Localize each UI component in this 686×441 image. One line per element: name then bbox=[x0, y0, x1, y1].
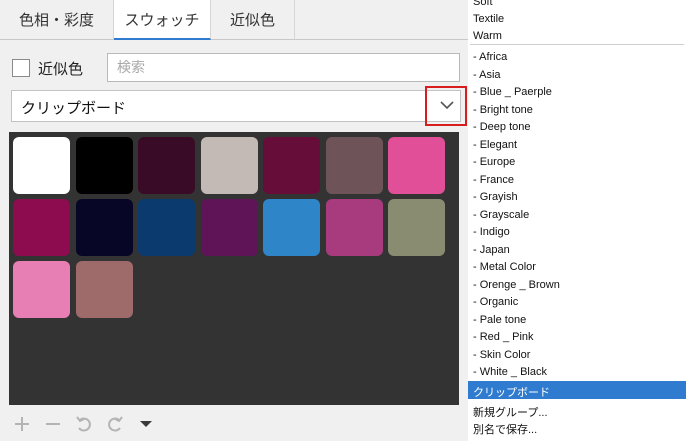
palette-select[interactable]: クリップボード bbox=[11, 90, 461, 122]
color-swatch[interactable] bbox=[138, 137, 195, 194]
palette-item[interactable]: Textile bbox=[473, 13, 504, 25]
palette-item[interactable]: - Organic bbox=[473, 296, 518, 308]
palette-item[interactable]: Soft bbox=[473, 0, 493, 8]
minus-icon[interactable] bbox=[43, 414, 63, 434]
palette-item[interactable]: - Grayscale bbox=[473, 209, 529, 221]
color-swatch[interactable] bbox=[13, 261, 70, 318]
palette-select-value: クリップボード bbox=[21, 99, 127, 117]
palette-list: Soft Textile Warm - Africa - Asia - Blue _ Pa… bbox=[468, 0, 686, 441]
list-separator bbox=[470, 44, 684, 45]
new-group-item[interactable]: 新規グループ... bbox=[473, 404, 548, 420]
palette-item[interactable]: - Red _ Pink bbox=[473, 331, 534, 343]
plus-icon[interactable] bbox=[12, 414, 32, 434]
color-swatch[interactable] bbox=[263, 137, 320, 194]
palette-item[interactable]: - Pale tone bbox=[473, 314, 526, 326]
palette-item-selected[interactable]: クリップボード bbox=[468, 381, 686, 399]
palette-item[interactable]: - France bbox=[473, 174, 514, 186]
near-color-label: 近似色 bbox=[38, 59, 84, 78]
swatch-toolbar bbox=[12, 414, 167, 434]
color-swatch[interactable] bbox=[325, 137, 383, 194]
color-swatch[interactable] bbox=[13, 199, 70, 256]
color-swatch[interactable] bbox=[75, 261, 133, 318]
swatch-grid bbox=[9, 132, 459, 405]
tab-bar: 色相・彩度 スウォッチ 近似色 bbox=[0, 0, 468, 42]
menu-triangle-icon[interactable] bbox=[136, 414, 156, 434]
palette-item[interactable]: - Orenge _ Brown bbox=[473, 279, 560, 291]
color-swatch[interactable] bbox=[325, 199, 383, 256]
palette-item[interactable]: - Japan bbox=[473, 244, 510, 256]
tab-swatches[interactable]: スウォッチ bbox=[114, 0, 211, 40]
save-as-item[interactable]: 別名で保存... bbox=[473, 421, 537, 437]
color-swatch[interactable] bbox=[13, 137, 70, 194]
palette-item-selected-label: クリップボード bbox=[473, 387, 550, 399]
palette-item[interactable]: - Metal Color bbox=[473, 261, 536, 273]
color-swatch[interactable] bbox=[200, 199, 258, 256]
palette-item[interactable]: - White _ Black bbox=[473, 366, 547, 378]
tab-bar-fill bbox=[295, 0, 468, 40]
palette-item[interactable]: - Africa bbox=[473, 51, 507, 63]
palette-item[interactable]: - Bright tone bbox=[473, 104, 533, 116]
palette-item[interactable]: - Deep tone bbox=[473, 121, 530, 133]
color-swatch[interactable] bbox=[75, 137, 133, 194]
color-swatch[interactable] bbox=[138, 199, 195, 256]
palette-item[interactable]: - Europe bbox=[473, 156, 515, 168]
palette-item[interactable]: - Grayish bbox=[473, 191, 518, 203]
redo-icon[interactable] bbox=[105, 414, 125, 434]
palette-item[interactable]: - Blue _ Paerple bbox=[473, 86, 552, 98]
tab-similar-colors[interactable]: 近似色 bbox=[211, 0, 295, 40]
palette-item[interactable]: - Elegant bbox=[473, 139, 517, 151]
color-swatch[interactable] bbox=[75, 199, 133, 256]
palette-item[interactable]: - Indigo bbox=[473, 226, 510, 238]
color-swatch[interactable] bbox=[263, 199, 320, 256]
color-panel: 色相・彩度 スウォッチ 近似色 近似色 クリップボード bbox=[0, 0, 468, 441]
color-swatch[interactable] bbox=[388, 199, 445, 256]
tab-hue-saturation[interactable]: 色相・彩度 bbox=[0, 0, 114, 40]
chevron-down-icon bbox=[440, 101, 454, 110]
color-swatch[interactable] bbox=[200, 137, 258, 194]
palette-item[interactable]: - Asia bbox=[473, 69, 501, 81]
color-swatch[interactable] bbox=[388, 137, 445, 194]
palette-item[interactable]: - Skin Color bbox=[473, 349, 530, 361]
near-color-checkbox[interactable] bbox=[12, 59, 30, 77]
search-input[interactable] bbox=[107, 53, 460, 82]
undo-icon[interactable] bbox=[74, 414, 94, 434]
palette-dropdown-button[interactable] bbox=[425, 86, 467, 126]
near-color-option: 近似色 bbox=[12, 55, 83, 81]
palette-item[interactable]: Warm bbox=[473, 30, 502, 42]
